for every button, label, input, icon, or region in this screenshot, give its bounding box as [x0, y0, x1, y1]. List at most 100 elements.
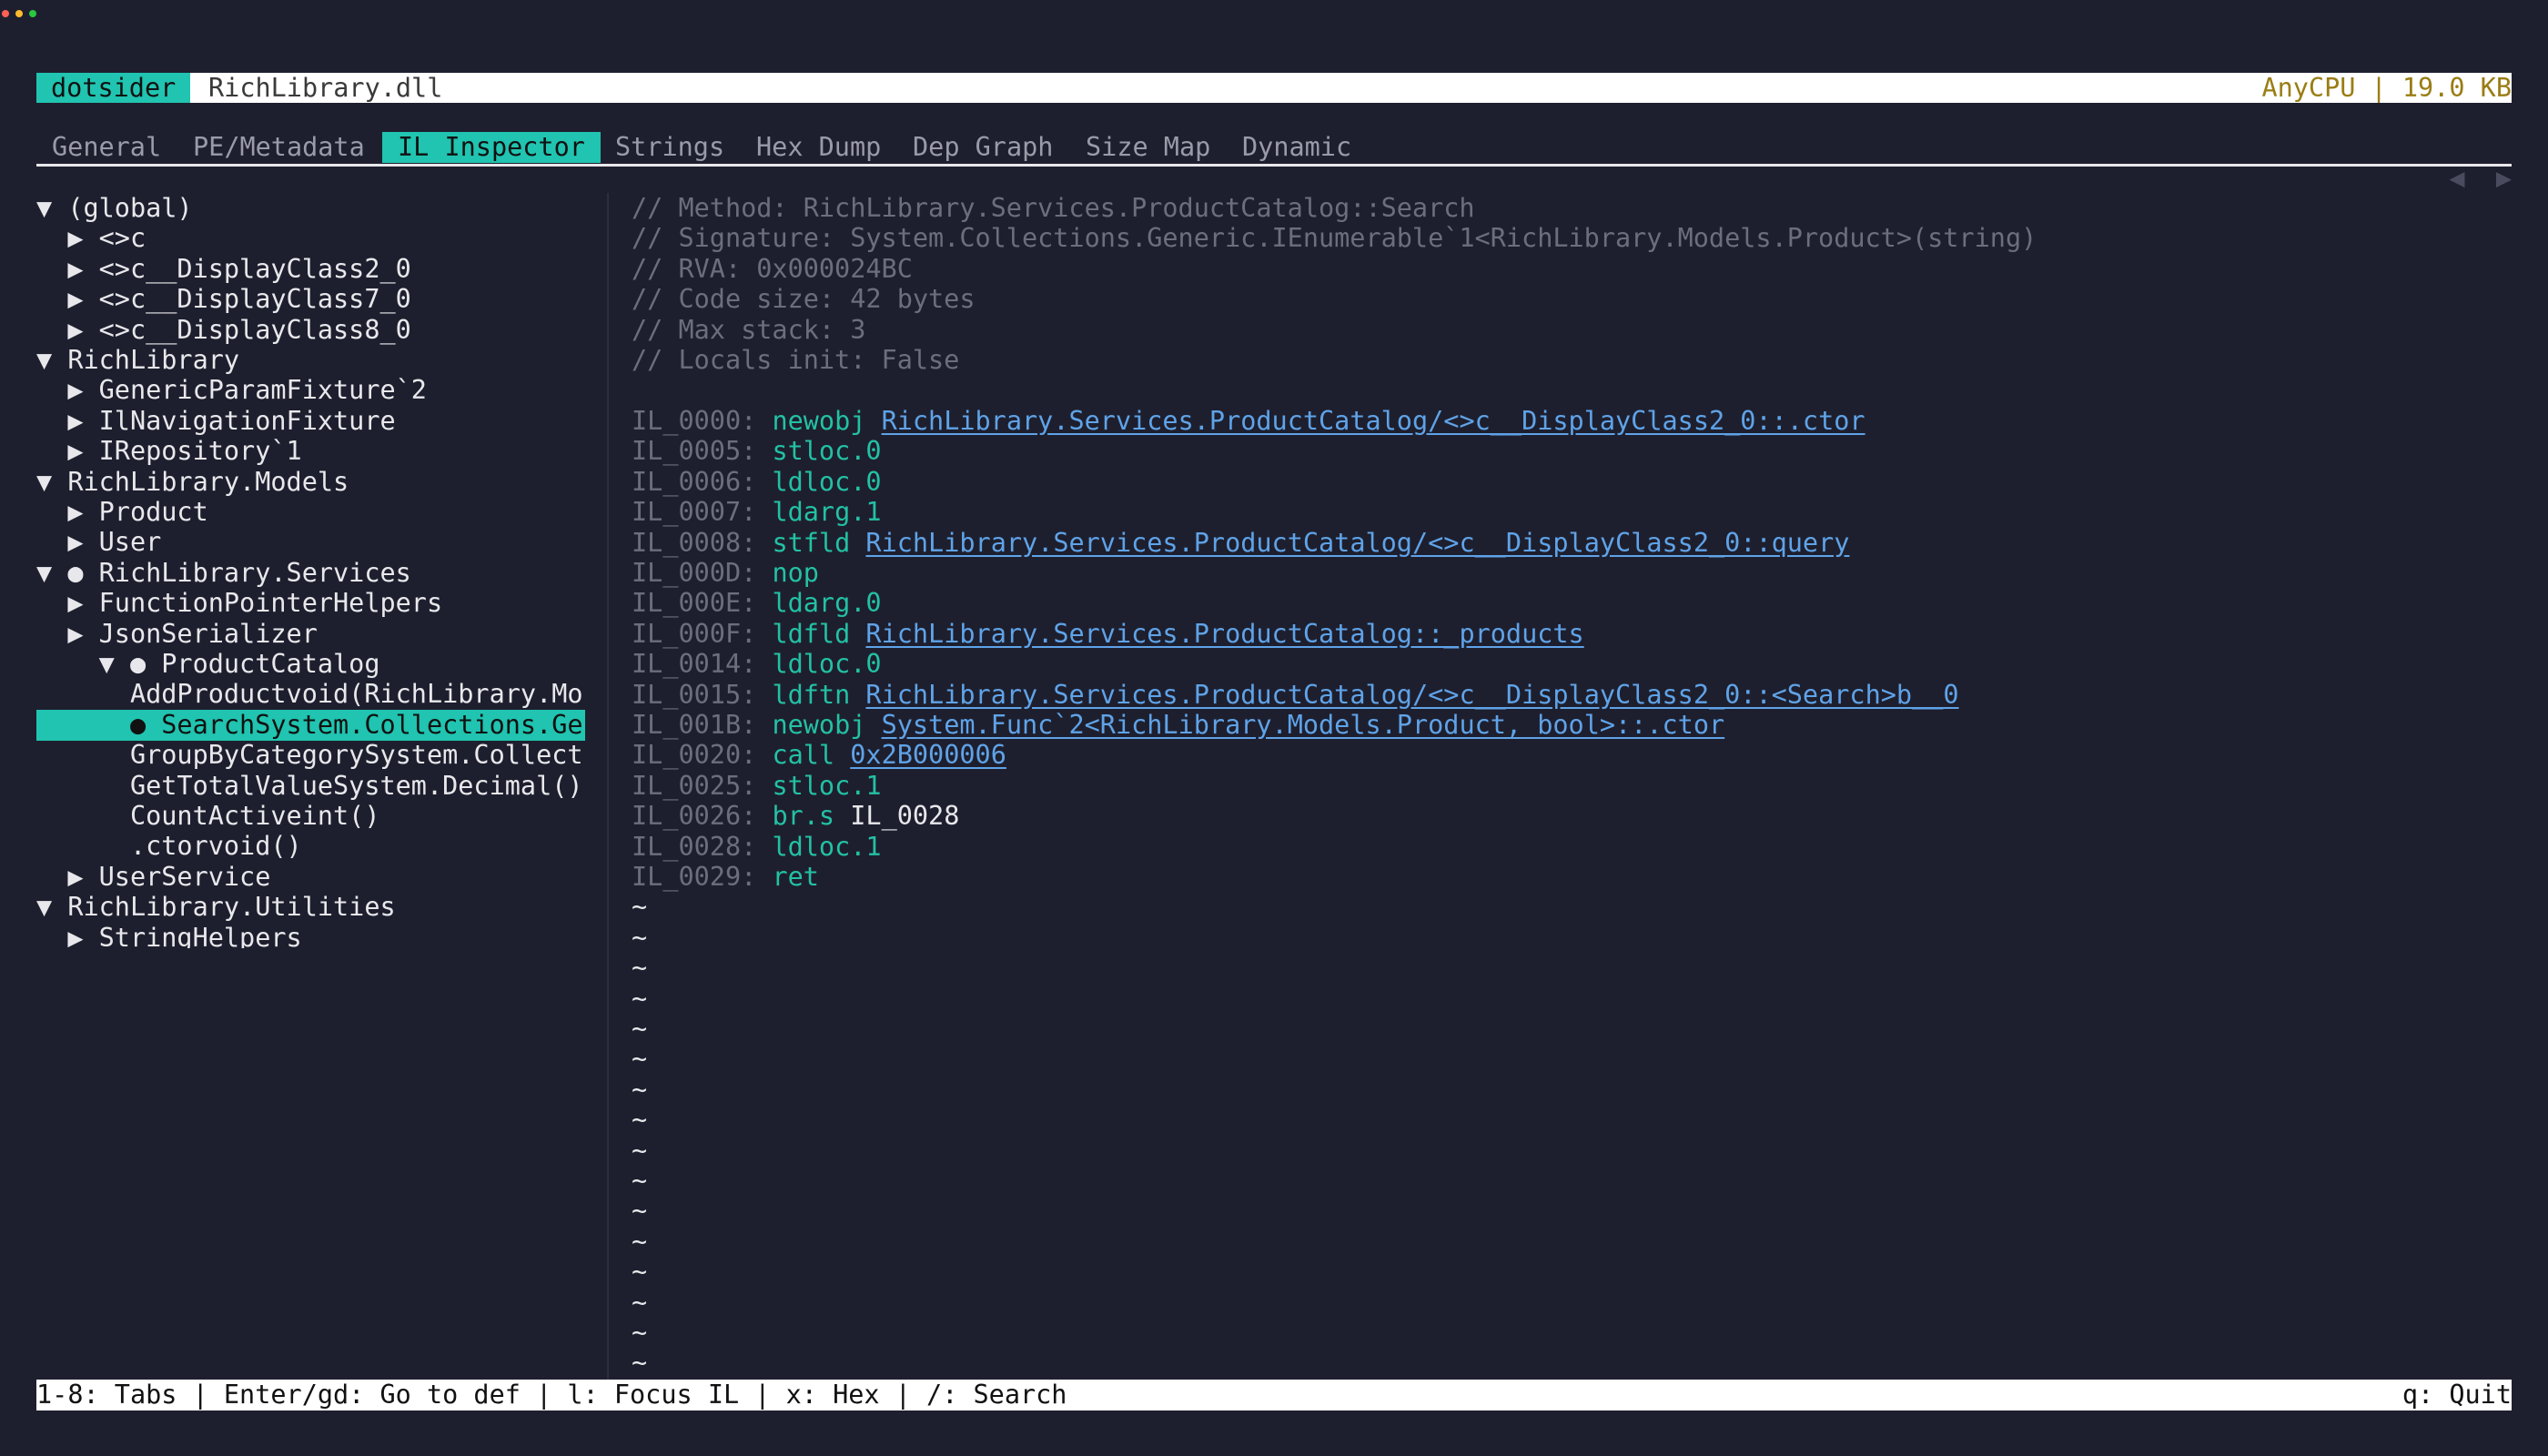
il-opcode: newobj	[772, 406, 866, 436]
il-instruction[interactable]: IL_000F: ldfld RichLibrary.Services.Prod…	[632, 619, 1584, 650]
tab-dynamic[interactable]: Dynamic	[1242, 132, 1351, 163]
window-minimize-button[interactable]	[15, 10, 23, 17]
tree-method-countactive[interactable]: CountActiveint()	[36, 801, 585, 832]
il-address: IL_001B:	[632, 710, 757, 740]
tree-node-richlibrary-services[interactable]: ▼ ● RichLibrary.Services	[36, 558, 585, 589]
il-address: IL_000E:	[632, 588, 757, 619]
il-instruction[interactable]: IL_001B: newobj System.Func`2<RichLibrar…	[632, 710, 1724, 741]
tree-node-displayclass8-0[interactable]: ▶ <>c__DisplayClass8_0	[36, 315, 585, 346]
il-instruction[interactable]: IL_0028: ldloc.1	[632, 832, 882, 863]
il-instruction[interactable]: IL_0006: ldloc.0	[632, 467, 882, 498]
tree-node-userservice[interactable]: ▶ UserService	[36, 862, 585, 893]
il-instruction[interactable]: IL_0025: stloc.1	[632, 771, 882, 802]
il-opcode: ldloc.0	[772, 466, 882, 497]
tab-scroll-arrows: ◀ ▶	[2418, 132, 2512, 193]
app-name: dotsider	[36, 73, 191, 103]
panel-divider[interactable]	[607, 193, 609, 1380]
tree-node-irepository[interactable]: ▶ IRepository`1	[36, 436, 585, 467]
empty-line-marker: ~	[632, 1226, 648, 1257]
il-operand-link[interactable]: System.Func`2<RichLibrary.Models.Product…	[882, 710, 1725, 740]
il-address: IL_0007:	[632, 497, 757, 528]
tree-node-ilnavigationfixture[interactable]: ▶ IlNavigationFixture	[36, 406, 585, 437]
il-opcode: nop	[772, 558, 819, 588]
tree-node-jsonserializer[interactable]: ▶ JsonSerializer	[36, 619, 585, 650]
window-close-button[interactable]	[2, 10, 9, 17]
tab-strings[interactable]: Strings	[615, 132, 724, 163]
tab-prev-icon[interactable]: ◀	[2449, 163, 2464, 193]
il-instruction[interactable]: IL_0005: stloc.0	[632, 436, 882, 467]
tree-node-c[interactable]: ▶ <>c	[36, 223, 585, 254]
il-operand: IL_0028	[850, 801, 960, 832]
il-instruction[interactable]: IL_0020: call 0x2B000006	[632, 740, 1006, 771]
il-instruction[interactable]: IL_0015: ldftn RichLibrary.Services.Prod…	[632, 680, 1959, 711]
tree-node-stringhelpers[interactable]: ▶ StringHelpers	[36, 923, 585, 948]
empty-line-marker: ~	[632, 922, 648, 953]
il-instruction[interactable]: IL_0029: ret	[632, 862, 819, 893]
tree-method-groupbycategory[interactable]: GroupByCategorySystem.Collect	[36, 740, 585, 771]
tree-method-ctor[interactable]: .ctorvoid()	[36, 831, 585, 862]
keybinding-hints: 1-8: Tabs | Enter/gd: Go to def | l: Foc…	[36, 1380, 1067, 1410]
il-opcode: br.s	[772, 801, 835, 832]
empty-line-marker: ~	[632, 1287, 648, 1318]
il-operand-link[interactable]: 0x2B000006	[850, 740, 1006, 770]
tree-method-gettotalvalue[interactable]: GetTotalValueSystem.Decimal()	[36, 771, 585, 802]
il-operand-link[interactable]: RichLibrary.Services.ProductCatalog/<>c_…	[865, 528, 1849, 558]
il-address: IL_0014:	[632, 649, 757, 680]
tab-size-map[interactable]: Size Map	[1086, 132, 1210, 163]
tree-node-functionpointerhelpers[interactable]: ▶ FunctionPointerHelpers	[36, 588, 585, 619]
empty-line-marker: ~	[632, 983, 648, 1014]
il-instruction[interactable]: IL_000D: nop	[632, 558, 819, 589]
il-instruction[interactable]: IL_0008: stfld RichLibrary.Services.Prod…	[632, 528, 1849, 559]
tree-node-genericparamfixture[interactable]: ▶ GenericParamFixture`2	[36, 375, 585, 406]
tree-node-productcatalog[interactable]: ▼ ● ProductCatalog	[36, 649, 585, 680]
empty-line-marker: ~	[632, 1166, 648, 1196]
il-instruction[interactable]: IL_0014: ldloc.0	[632, 649, 882, 680]
il-comment-method: // Method: RichLibrary.Services.ProductC…	[632, 193, 1475, 223]
il-instruction[interactable]: IL_000E: ldarg.0	[632, 588, 882, 619]
empty-line-marker: ~	[632, 1196, 648, 1227]
il-comment-locals-init: // Locals init: False	[632, 345, 960, 375]
tab-general[interactable]: General	[52, 132, 161, 163]
il-opcode: ldloc.1	[772, 831, 882, 862]
tree-node-richlibrary-utilities[interactable]: ▼ RichLibrary.Utilities	[36, 892, 585, 923]
il-opcode: stloc.0	[772, 436, 882, 467]
il-opcode: ldarg.1	[772, 497, 882, 528]
tree-node-displayclass7-0[interactable]: ▶ <>c__DisplayClass7_0	[36, 284, 585, 315]
il-instruction[interactable]: IL_0007: ldarg.1	[632, 497, 882, 528]
namespace-tree: ▼ (global) ▶ <>c ▶ <>c__DisplayClass2_0 …	[36, 193, 585, 948]
empty-line-marker: ~	[632, 1318, 648, 1348]
tree-method-search[interactable]: ● SearchSystem.Collections.Ge	[36, 709, 585, 741]
empty-line-marker: ~	[632, 1135, 648, 1166]
il-operand-link[interactable]: RichLibrary.Services.ProductCatalog/<>c_…	[882, 406, 1866, 436]
il-operand-link[interactable]: RichLibrary.Services.ProductCatalog::_pr…	[865, 619, 1583, 649]
il-opcode: ldftn	[772, 679, 851, 710]
tree-node-richlibrary-models[interactable]: ▼ RichLibrary.Models	[36, 467, 585, 498]
il-instruction[interactable]: IL_0000: newobj RichLibrary.Services.Pro…	[632, 406, 1866, 437]
tree-node-user[interactable]: ▶ User	[36, 527, 585, 558]
il-opcode: ldloc.0	[772, 649, 882, 680]
tab-dep-graph[interactable]: Dep Graph	[913, 132, 1053, 163]
window-zoom-button[interactable]	[29, 10, 36, 17]
empty-line-marker: ~	[632, 953, 648, 984]
file-name: RichLibrary.dll	[208, 73, 443, 103]
il-operand-link[interactable]: RichLibrary.Services.ProductCatalog/<>c_…	[865, 680, 1958, 710]
tree-node-global[interactable]: ▼ (global)	[36, 193, 585, 224]
tab-il-inspector[interactable]: IL Inspector	[382, 132, 601, 163]
tab-pe-metadata[interactable]: PE/Metadata	[193, 132, 365, 163]
il-address: IL_0015:	[632, 679, 757, 710]
tab-next-icon[interactable]: ▶	[2496, 163, 2512, 193]
tree-method-addproduct[interactable]: AddProductvoid(RichLibrary.Mo	[36, 679, 585, 710]
il-opcode: ldarg.0	[772, 588, 882, 619]
empty-line-marker: ~	[632, 1074, 648, 1105]
il-address: IL_0029:	[632, 862, 757, 892]
tree-node-displayclass2-0[interactable]: ▶ <>c__DisplayClass2_0	[36, 254, 585, 285]
il-instruction[interactable]: IL_0026: br.s IL_0028	[632, 801, 959, 832]
tree-node-product[interactable]: ▶ Product	[36, 497, 585, 528]
tree-node-richlibrary[interactable]: ▼ RichLibrary	[36, 345, 585, 376]
il-address: IL_0008:	[632, 527, 757, 558]
il-comment-signature: // Signature: System.Collections.Generic…	[632, 223, 2037, 254]
empty-line-marker: ~	[632, 1044, 648, 1075]
il-address: IL_0026:	[632, 801, 757, 832]
il-address: IL_000F:	[632, 618, 757, 649]
tab-hex-dump[interactable]: Hex Dump	[756, 132, 881, 163]
